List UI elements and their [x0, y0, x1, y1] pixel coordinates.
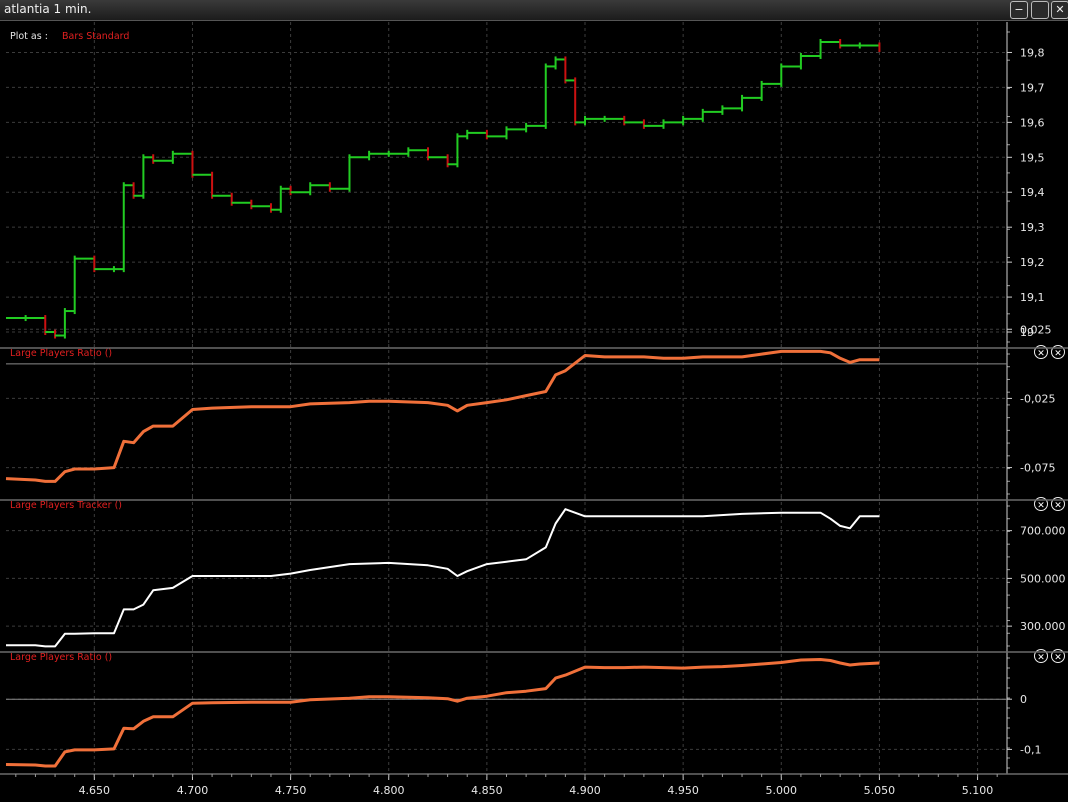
y-tick-label: -0,1 — [1020, 743, 1041, 756]
x-icon: ✕ — [1054, 349, 1062, 359]
x-icon: ✕ — [1054, 653, 1062, 663]
y-tick-label: 19,5 — [1020, 151, 1045, 164]
x-tick-label: 4.800 — [373, 784, 405, 797]
maximize-button[interactable] — [1031, 1, 1049, 19]
chart-panel-3[interactable]: 300.000 500.000 700.000 Large Players Track… — [6, 496, 1066, 652]
x-tick-label: 5.000 — [766, 784, 798, 797]
minimize-button[interactable]: − — [1010, 1, 1028, 19]
y-tick-label: 19,1 — [1020, 291, 1045, 304]
x-tick-label: 4.700 — [177, 784, 209, 797]
chart-panel-2[interactable]: -0,075 -0,025 0,025 Large Players Ratio () ✕… — [5, 323, 1065, 500]
x-icon: ✕ — [1037, 501, 1045, 511]
window-titlebar[interactable]: atlantia 1 min. − ✕ — [0, 0, 1068, 21]
y-tick-label: 700.000 — [1020, 525, 1066, 538]
y-tick-label: 0 — [1020, 693, 1027, 706]
y-tick-label: 19,6 — [1020, 116, 1045, 129]
chart-panel-4[interactable]: -0,1 0 Large Players Ratio () ✕ ✕ — [5, 648, 1065, 774]
y-tick-label: 19,8 — [1020, 46, 1045, 59]
y-tick-label: 500.000 — [1020, 572, 1066, 585]
series-line — [5, 349, 880, 483]
y-tick-label: 19,4 — [1020, 186, 1045, 199]
y-tick-label: 19,2 — [1020, 256, 1045, 269]
series-line — [5, 658, 880, 768]
chart-panel-1[interactable]: 1919,119,219,319,419,519,619,719,8Plot a… — [6, 22, 1045, 348]
x-tick-label: 4.750 — [275, 784, 307, 797]
y-tick-label: 0,025 — [1020, 323, 1052, 336]
x-tick-label: 4.900 — [569, 784, 601, 797]
x-icon: ✕ — [1037, 349, 1045, 359]
y-tick-label: 19,7 — [1020, 81, 1045, 94]
close-button[interactable]: ✕ — [1051, 1, 1068, 19]
plot-as-label: Plot as : — [10, 31, 48, 42]
x-tick-label: 4.650 — [79, 784, 111, 797]
series-line — [6, 508, 880, 648]
window-title: atlantia 1 min. — [4, 2, 92, 16]
x-icon: ✕ — [1037, 653, 1045, 663]
x-tick-label: 5.050 — [864, 784, 896, 797]
x-icon: ✕ — [1054, 501, 1062, 511]
indicator-title: Large Players Tracker () — [10, 500, 122, 511]
y-tick-label: 19,3 — [1020, 221, 1045, 234]
chart-area[interactable]: 1919,119,219,319,419,519,619,719,8Plot a… — [0, 20, 1068, 802]
x-tick-label: 4.850 — [471, 784, 503, 797]
y-tick-label: -0,075 — [1020, 462, 1055, 475]
indicator-title: Large Players Ratio () — [10, 348, 112, 359]
x-tick-label: 5.100 — [962, 784, 994, 797]
plot-as-value[interactable]: Bars Standard — [62, 31, 129, 42]
x-tick-label: 4.950 — [667, 784, 699, 797]
y-tick-label: 300.000 — [1020, 620, 1066, 633]
x-axis: 4.650 4.700 4.750 4.800 4.850 4.900 4.950 5.000… — [15, 774, 998, 797]
indicator-title: Large Players Ratio () — [10, 652, 112, 663]
y-tick-label: -0,025 — [1020, 392, 1055, 405]
